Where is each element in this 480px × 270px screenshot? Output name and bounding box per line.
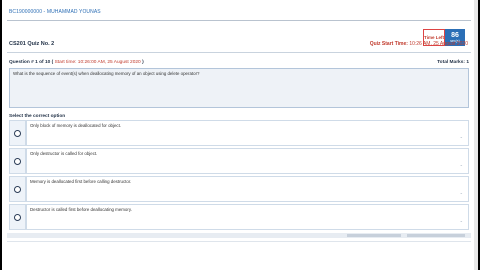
question-start-time: Start time: 10:26:00 AM, 25 August 2020: [54, 60, 141, 65]
chevron-down-icon: ⌄: [459, 162, 463, 167]
question-number-suffix: ): [142, 60, 144, 65]
quiz-title: CS201 Quiz No. 2: [9, 41, 55, 47]
quiz-start-value: 10:26 AM, 25 August 2020: [409, 41, 468, 47]
footer-bar: [7, 233, 471, 238]
option-2-radio[interactable]: [14, 157, 21, 165]
option-2[interactable]: Only destructor is called for object. ⌄: [9, 148, 469, 174]
question-number: Question # 1 of 10 ( Start time: 10:26:0…: [9, 60, 144, 65]
question-number-label: Question # 1 of 10 (: [9, 60, 54, 65]
option-4-radio[interactable]: [14, 213, 21, 221]
chevron-down-icon: ⌄: [459, 218, 463, 223]
option-1[interactable]: Only block of memory is deallocated for …: [9, 120, 469, 146]
option-1-text[interactable]: Only block of memory is deallocated for …: [26, 120, 469, 146]
quiz-header: BC190000000 - MUHAMMAD YOUNAS Time Left …: [2, 0, 478, 47]
quiz-start-time: Quiz Start Time: 10:26 AM, 25 August 202…: [370, 41, 468, 47]
total-marks: Total Marks: 1: [437, 60, 469, 65]
option-3-text[interactable]: Memory is deallocated first before calli…: [26, 176, 469, 202]
option-3-radio-cell[interactable]: [9, 176, 26, 202]
timer-value: 86: [451, 32, 459, 39]
scrollbar[interactable]: [474, 0, 478, 270]
save-button[interactable]: [347, 234, 401, 237]
quiz-start-label: Quiz Start Time:: [369, 41, 408, 47]
header-divider: [7, 20, 471, 21]
chevron-down-icon: ⌄: [459, 190, 463, 195]
option-4[interactable]: Destructor is called first before deallo…: [9, 204, 469, 230]
option-1-radio[interactable]: [14, 129, 21, 137]
question-text: What is the sequence of event(s) when de…: [9, 68, 469, 108]
bottom-divider: [7, 241, 471, 242]
option-3-label: Memory is deallocated first before calli…: [30, 179, 132, 184]
quiz-page: BC190000000 - MUHAMMAD YOUNAS Time Left …: [2, 0, 478, 270]
question-header: Question # 1 of 10 ( Start time: 10:26:0…: [9, 60, 469, 68]
next-button[interactable]: [407, 234, 465, 237]
chevron-down-icon: ⌄: [459, 134, 463, 139]
option-2-radio-cell[interactable]: [9, 148, 26, 174]
section-divider: [7, 52, 471, 53]
option-1-radio-cell[interactable]: [9, 120, 26, 146]
student-name: BC190000000 - MUHAMMAD YOUNAS: [9, 9, 101, 15]
option-3-radio[interactable]: [14, 185, 21, 193]
option-2-text[interactable]: Only destructor is called for object. ⌄: [26, 148, 469, 174]
option-4-radio-cell[interactable]: [9, 204, 26, 230]
option-4-label: Destructor is called first before deallo…: [30, 207, 132, 212]
option-4-text[interactable]: Destructor is called first before deallo…: [26, 204, 469, 230]
option-1-label: Only block of memory is deallocated for …: [30, 123, 122, 128]
select-option-label: Select the correct option: [9, 114, 66, 119]
option-3[interactable]: Memory is deallocated first before calli…: [9, 176, 469, 202]
option-2-label: Only destructor is called for object.: [30, 151, 98, 156]
